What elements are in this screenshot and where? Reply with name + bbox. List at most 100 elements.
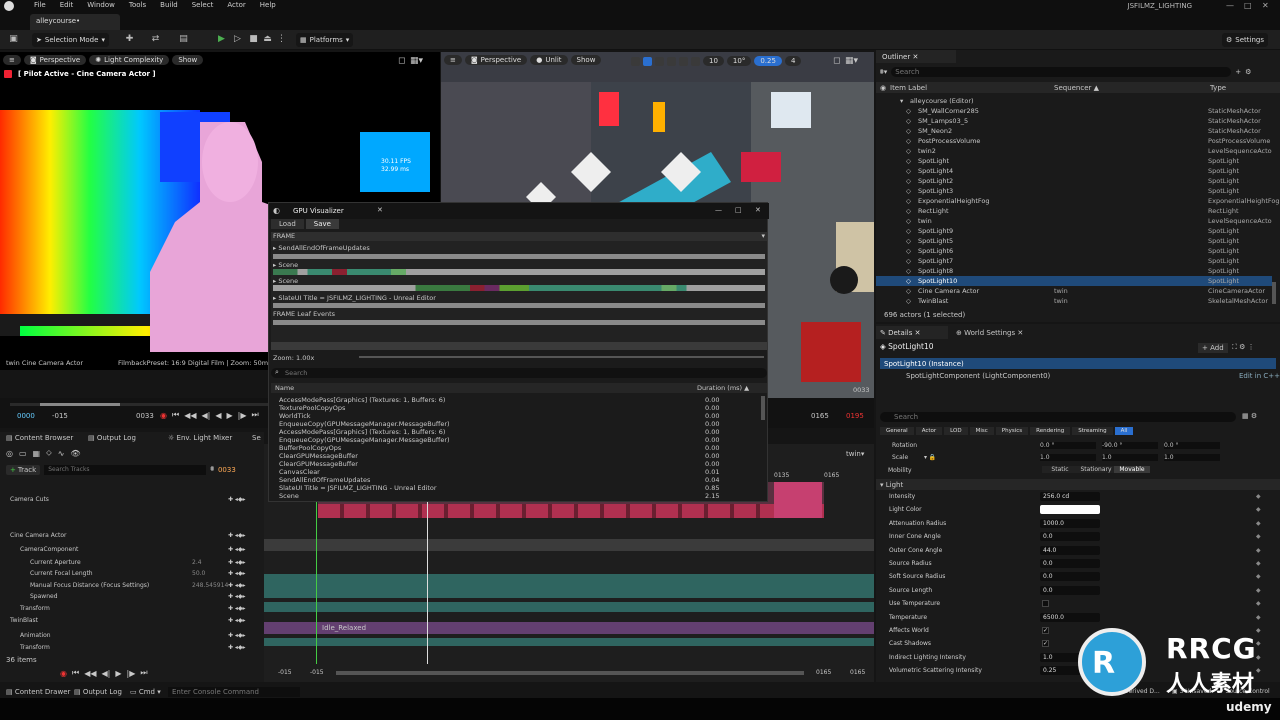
to-end-icon[interactable]: ⏭ — [140, 668, 147, 678]
outliner-row[interactable]: ◇ SM_Lamps03_5 StaticMeshActor — [876, 116, 1272, 126]
instance-row[interactable]: SpotLight10 (Instance) — [880, 358, 1276, 369]
component-row[interactable]: SpotLightComponent (LightComponent0) — [906, 372, 1050, 380]
stop-icon[interactable]: ■ — [248, 34, 259, 45]
details-tab[interactable]: ✎ Details ✕ — [876, 326, 948, 339]
add-key-icon[interactable]: ✚ ◂◆▸ — [228, 494, 246, 505]
property-value[interactable]: 256.0 cd — [1040, 492, 1100, 501]
curve-icon[interactable]: ∿ — [58, 449, 65, 458]
rotate-icon[interactable] — [655, 56, 664, 66]
table-view-icon[interactable]: ▦ ⚙ — [1242, 412, 1257, 420]
gpu-list-item[interactable]: ClearGPUMessageBuffer 0.00 — [279, 452, 759, 460]
close-tab-icon[interactable]: ✕ — [1017, 329, 1023, 337]
prev-frame-icon[interactable]: ◀| — [102, 669, 111, 678]
menu-window[interactable]: Window — [87, 1, 115, 9]
outliner-row[interactable]: ◇ TwinBlast twin SkeletalMeshActor — [876, 296, 1272, 306]
property-value[interactable]: 6500.0 — [1040, 612, 1100, 622]
outliner-row[interactable]: ◇ SpotLight2 SpotLight — [876, 176, 1272, 186]
step-icon[interactable]: ▷ — [232, 34, 243, 45]
property-value[interactable]: 1000.0 — [1040, 518, 1100, 528]
rotation-z[interactable]: 0.0 ° — [1164, 442, 1220, 449]
rotation-x[interactable]: 0.0 ° — [1040, 442, 1096, 449]
gpu-list-item[interactable]: EnqueueCopy(GPUMessageManager.MessageBuf… — [279, 436, 759, 444]
property-checkbox[interactable]: ✓ — [1042, 627, 1049, 634]
track-row[interactable]: Camera Cuts ✚ ◂◆▸ — [0, 494, 264, 505]
gpu-event-graph[interactable]: FRAME ▾ ▸ SendAllEndOfFrameUpdates ▸ Sce… — [271, 232, 767, 350]
add-component-button[interactable]: + Add — [1198, 343, 1228, 353]
keyframe-icon[interactable]: ◆ — [1256, 490, 1261, 503]
outliner-row[interactable]: ◇ SpotLight SpotLight — [876, 156, 1272, 166]
outliner-row[interactable]: ◇ SM_WallCorner285 StaticMeshActor — [876, 106, 1272, 116]
gpu-list-item[interactable]: AccessModePass[Graphics] (Textures: 1, B… — [279, 428, 759, 436]
next-frame-icon[interactable]: |▶ — [238, 411, 247, 420]
filter-tab[interactable]: General — [880, 427, 914, 435]
output-log-button[interactable]: ▤ Output Log — [74, 688, 122, 696]
eye-icon[interactable]: 👁 — [70, 449, 80, 458]
property-value[interactable]: 44.0 — [1040, 545, 1100, 555]
next-frame-icon[interactable]: |▶ — [127, 669, 136, 678]
light-color-swatch[interactable] — [1040, 505, 1100, 515]
viewport-options-button[interactable]: ≡ — [444, 55, 462, 65]
add-key-icon[interactable]: ✚ ◂◆▸ — [228, 544, 246, 555]
add-key-icon[interactable]: ✚ ◂◆▸ — [228, 642, 246, 653]
key-icon[interactable]: ⬦ — [46, 448, 52, 458]
surface-snap-icon[interactable] — [691, 56, 700, 66]
menu-build[interactable]: Build — [160, 1, 178, 9]
keyframe-icon[interactable]: ◆ — [1256, 557, 1261, 570]
outliner-row[interactable]: ◇ Cine Camera Actor twin CineCameraActor — [876, 286, 1272, 296]
cmd-dropdown[interactable]: ▭ Cmd ▾ — [130, 688, 161, 696]
gpu-list-item[interactable]: SlateUI Title = JSFILMZ_LIGHTING - Unrea… — [279, 484, 759, 492]
add-icon[interactable]: + — [1235, 68, 1241, 76]
col-name[interactable]: Name — [275, 384, 294, 392]
lock-icon[interactable]: ▾ 🔒 — [924, 454, 936, 461]
keyframe-icon[interactable]: ◆ — [1256, 517, 1261, 530]
col-item-label[interactable]: Item Label — [890, 84, 927, 92]
world-icon[interactable] — [679, 56, 688, 66]
show-button[interactable]: Show — [570, 55, 602, 65]
list-scrollbar[interactable] — [761, 396, 765, 420]
layout-icon[interactable]: ▦▾ — [410, 56, 423, 66]
gpu-list-item[interactable]: TexturePoolCopyOps 0.00 — [279, 404, 759, 412]
add-key-icon[interactable]: ✚ ◂◆▸ — [228, 630, 246, 641]
maximize-icon[interactable]: □ — [1244, 1, 1252, 10]
cinematics-icon[interactable]: ▤ — [178, 34, 189, 45]
scale-y[interactable]: 1.0 — [1102, 454, 1158, 461]
track-row[interactable]: Spawned ✚ ◂◆▸ — [0, 591, 264, 602]
world-settings-tab[interactable]: ⊕ World Settings ✕ — [956, 329, 1023, 337]
tab-content-browser[interactable]: ▤ Content Browser — [6, 434, 73, 442]
outliner-row[interactable]: ◇ SpotLight6 SpotLight — [876, 246, 1272, 256]
outliner-row[interactable]: ◇ ExponentialHeightFog ExponentialHeightFo… — [876, 196, 1280, 206]
property-checkbox[interactable]: ✓ — [1042, 640, 1049, 648]
perspective-button[interactable]: ◙ Perspective — [464, 55, 528, 65]
track-row[interactable]: Transform ✚ ◂◆▸ — [0, 603, 264, 614]
record-icon[interactable]: ◉ — [160, 411, 167, 420]
maximize-viewport-icon[interactable]: ◻ — [833, 56, 840, 66]
prev-key-icon[interactable]: ◀◀ — [184, 411, 196, 420]
gpu-list-item[interactable]: SendAllEndOfFrameUpdates 0.04 — [279, 476, 759, 484]
filter-tab[interactable]: Streaming — [1072, 427, 1113, 435]
col-sequencer[interactable]: Sequencer ▲ — [1054, 84, 1099, 92]
to-start-icon[interactable]: ⏮ — [172, 410, 179, 420]
animation-clip[interactable]: Idle_Relaxed — [264, 622, 874, 634]
add-key-icon[interactable]: ✚ ◂◆▸ — [228, 568, 246, 579]
outliner-row[interactable]: ◇ SpotLight7 SpotLight — [876, 256, 1272, 266]
track-row[interactable]: Transform ✚ ◂◆▸ — [0, 642, 264, 653]
close-icon[interactable]: ✕ — [755, 206, 761, 214]
layout-icon[interactable]: ▦▾ — [845, 56, 858, 66]
angle-snap[interactable]: 10° — [726, 56, 752, 66]
console-input[interactable]: Enter Console Command — [168, 687, 300, 697]
track-row[interactable]: CameraComponent ✚ ◂◆▸ — [0, 544, 264, 555]
outliner-scrollbar[interactable] — [1272, 282, 1276, 304]
save-button[interactable]: Save — [305, 219, 339, 229]
prev-frame-icon[interactable]: ◀| — [202, 411, 211, 420]
outliner-row[interactable]: ◇ PostProcessVolume PostProcessVolume — [876, 136, 1272, 146]
zoom-slider[interactable] — [359, 356, 764, 358]
property-value[interactable]: 0.0 — [1040, 585, 1100, 595]
gpu-list-item[interactable]: WorldTick 0.00 — [279, 412, 759, 420]
light-section-header[interactable]: ▾ Light — [876, 479, 1280, 490]
gpu-list-item[interactable]: BufferPoolCopyOps 0.00 — [279, 444, 759, 452]
scale-z[interactable]: 1.0 — [1164, 454, 1220, 461]
eject-icon[interactable]: ⏏ — [262, 34, 273, 45]
outliner-row[interactable]: ◇ twin LevelSequenceActo — [876, 216, 1272, 226]
close-tab-icon[interactable]: ✕ — [377, 206, 383, 214]
tab-sequencer[interactable]: Se — [252, 434, 261, 442]
